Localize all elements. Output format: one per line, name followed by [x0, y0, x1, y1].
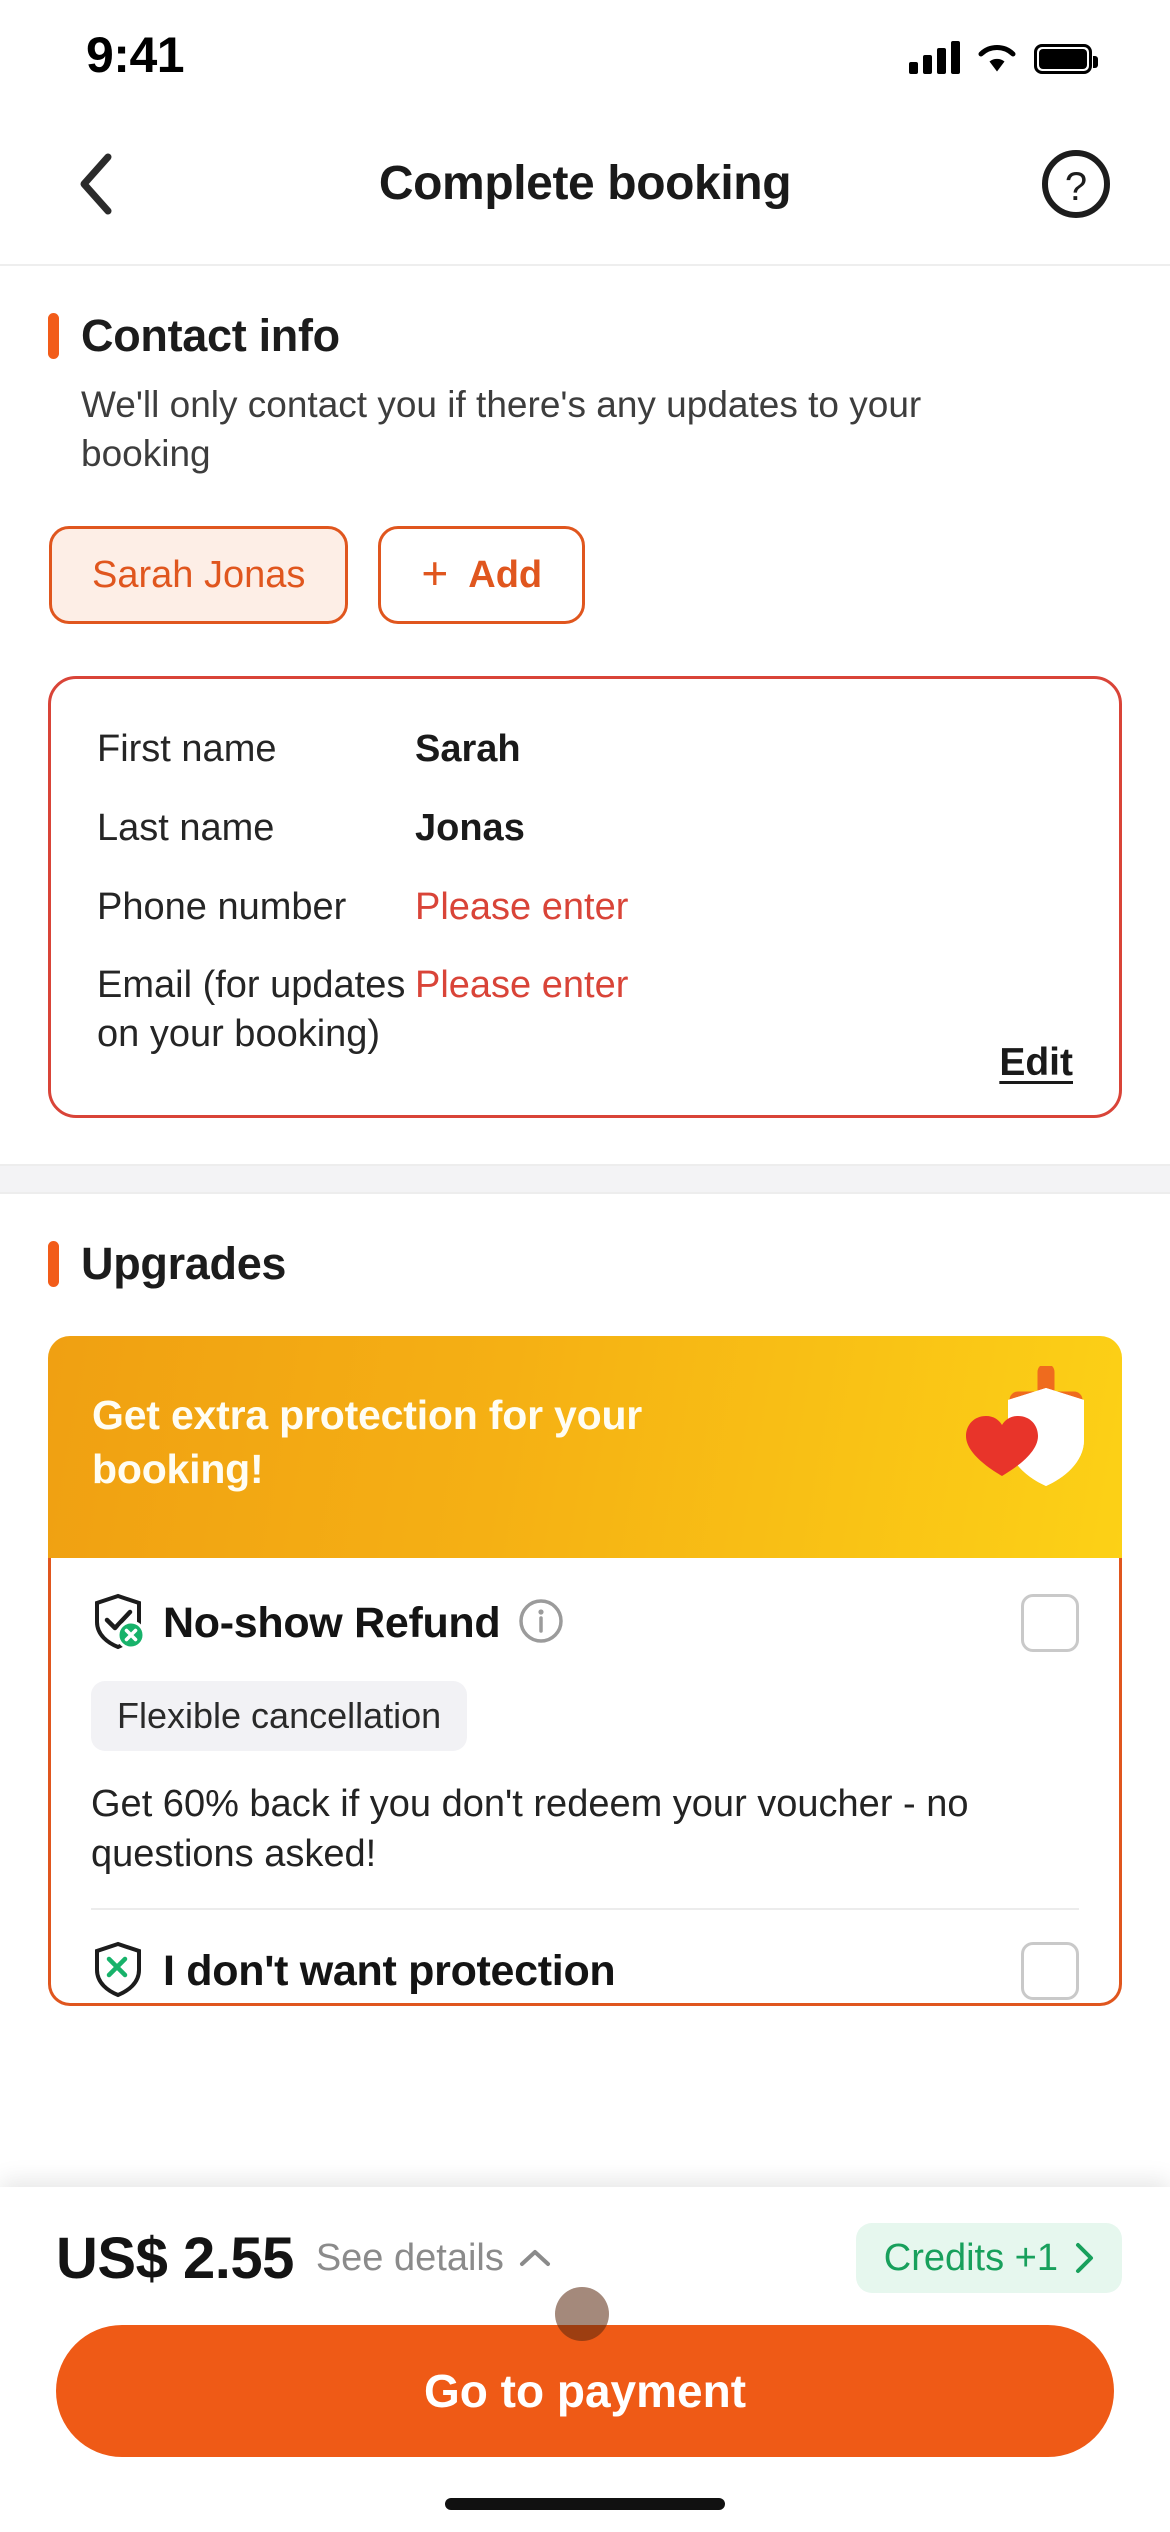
protection-option-name: I don't want protection [163, 1946, 616, 1995]
protection-promo-banner: Get extra protection for your booking! [48, 1335, 1122, 1558]
status-bar-time: 9:41 [86, 27, 185, 83]
credits-label: Credits +1 [883, 2236, 1058, 2279]
see-details-toggle[interactable]: See details [316, 2237, 552, 2280]
price-row: US$ 2.55 See details Credits +1 [0, 2187, 1170, 2293]
shield-check-icon [91, 1592, 146, 1655]
chevron-up-icon [519, 2250, 550, 2266]
contact-chip-label: Sarah Jonas [92, 553, 306, 596]
section-divider [0, 1163, 1170, 1194]
protection-option-name: No-show Refund [163, 1598, 501, 1647]
help-button[interactable]: ? [1040, 148, 1112, 220]
field-label: Last name [97, 807, 275, 850]
section-accent-bar [48, 1240, 59, 1287]
edit-contact-link[interactable]: Edit [999, 1041, 1073, 1085]
contact-info-title: Contact info [81, 310, 340, 361]
protection-option-no-protection[interactable]: I don't want protection [51, 1910, 1119, 2003]
protection-option-no-show-refund[interactable]: No-show Refund Flexible cancellation Get… [51, 1558, 1119, 1908]
field-label: Phone number [97, 885, 347, 928]
shield-x-icon [91, 1940, 145, 2003]
field-row-first-name: First name Sarah [97, 725, 1073, 774]
home-indicator [445, 2498, 725, 2510]
protection-options-card: No-show Refund Flexible cancellation Get… [48, 1557, 1122, 2006]
contact-info-section: Contact info We'll only contact you if t… [0, 266, 1170, 1118]
protection-option-description: Get 60% back if you don't redeem your vo… [91, 1782, 969, 1876]
section-accent-bar [48, 313, 59, 359]
info-circle-icon[interactable] [518, 1598, 564, 1649]
field-value-error: Please enter [415, 885, 629, 928]
protection-option-tag: Flexible cancellation [91, 1680, 468, 1751]
heart-shield-plus-icon [896, 1363, 1096, 1526]
field-value: Jonas [415, 807, 525, 850]
go-to-payment-label: Go to payment [423, 2365, 747, 2417]
upgrades-section: Upgrades Get extra protection for your b… [0, 1193, 1170, 2006]
status-bar: 9:41 [0, 0, 1170, 98]
protection-option-checkbox[interactable] [1021, 1594, 1079, 1653]
contact-info-header: Contact info [48, 266, 1122, 362]
upgrades-title: Upgrades [81, 1237, 287, 1289]
svg-text:?: ? [1065, 165, 1087, 209]
phone-screen: 9:41 Complete booking ? Contact info We'… [0, 0, 1170, 2532]
plus-icon: + [421, 547, 449, 600]
bottom-action-bar: US$ 2.55 See details Credits +1 Go to pa… [0, 2187, 1170, 2532]
field-value: Sarah [415, 728, 521, 771]
credits-badge[interactable]: Credits +1 [855, 2223, 1122, 2293]
cellular-signal-icon [909, 40, 960, 74]
total-price: US$ 2.55 [56, 2225, 294, 2291]
contact-chip-list: Sarah Jonas + Add [49, 526, 1122, 625]
protection-option-checkbox[interactable] [1021, 1942, 1079, 2001]
contact-details-card: First name Sarah Last name Jonas Phone n… [48, 676, 1122, 1118]
page-title: Complete booking [378, 157, 792, 210]
contact-chip-sarah-jonas[interactable]: Sarah Jonas [49, 526, 349, 625]
field-value-error: Please enter [415, 964, 629, 1007]
go-to-payment-button[interactable]: Go to payment [56, 2287, 1114, 2457]
contact-info-subtitle: We'll only contact you if there's any up… [81, 384, 922, 475]
wifi-icon [976, 42, 1018, 74]
add-contact-button[interactable]: + Add [378, 526, 586, 625]
promo-text: Get extra protection for your booking! [92, 1391, 643, 1492]
field-label: Email (for updates on your booking) [97, 964, 406, 1055]
navigation-bar: Complete booking ? [0, 98, 1170, 266]
protection-option-header: No-show Refund [91, 1592, 1079, 1655]
add-contact-label: Add [468, 553, 543, 596]
battery-full-icon [1034, 44, 1098, 74]
see-details-label: See details [315, 2236, 504, 2279]
protection-option-header: I don't want protection [91, 1940, 1079, 2003]
question-circle-icon: ? [1042, 150, 1110, 218]
field-row-last-name: Last name Jonas [97, 804, 1073, 853]
field-row-phone-number: Phone number Please enter [97, 883, 1073, 932]
upgrades-header: Upgrades [48, 1194, 1122, 1290]
touch-indicator [555, 2287, 609, 2341]
field-label: First name [97, 728, 277, 771]
status-bar-indicators [909, 30, 1098, 74]
chevron-right-icon [1076, 2243, 1093, 2273]
